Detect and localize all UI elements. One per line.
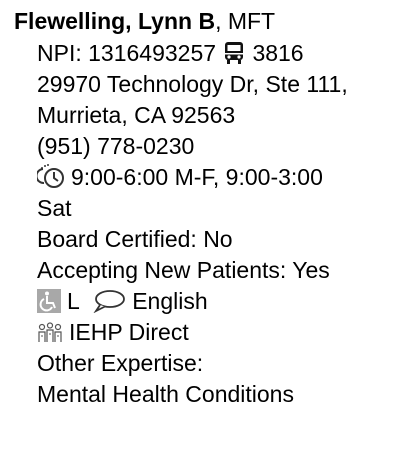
wheelchair-icon xyxy=(37,289,61,313)
accessibility-language-row: L English xyxy=(37,286,397,317)
provider-credential: , MFT xyxy=(215,8,276,34)
npi-label: NPI: xyxy=(37,40,82,66)
phone-number[interactable]: (951) 778-0230 xyxy=(37,131,397,162)
npi-value: 1316493257 xyxy=(88,40,217,66)
clock-icon xyxy=(37,163,65,189)
hours-row: 9:00-6:00 M-F, 9:00-3:00 xyxy=(37,162,397,193)
hours-text: 9:00-6:00 M-F, 9:00-3:00 xyxy=(71,164,323,190)
group-icon xyxy=(37,322,63,344)
accessibility-level: L xyxy=(67,288,80,314)
provider-card: Flewelling, Lynn B, MFT NPI: 1316493257 … xyxy=(0,0,406,471)
network-row: IEHP Direct xyxy=(37,317,397,348)
expertise-value: Mental Health Conditions xyxy=(37,381,294,407)
speech-bubble-icon xyxy=(92,289,126,313)
address-line-2: Murrieta, CA 92563 xyxy=(37,102,236,128)
provider-name[interactable]: Flewelling, Lynn B xyxy=(14,8,215,34)
bus-icon xyxy=(222,41,246,65)
hours-continued: Sat xyxy=(37,195,72,221)
other-expertise-label: Other Expertise: xyxy=(37,350,204,376)
accepting-new-patients: Accepting New Patients: Yes xyxy=(37,257,330,283)
provider-heading: Flewelling, Lynn B, MFT xyxy=(14,6,275,37)
bus-route: 3816 xyxy=(252,40,304,66)
address-line-1: 29970 Technology Dr, Ste 111, xyxy=(37,71,348,97)
language: English xyxy=(132,288,208,314)
network-name: IEHP Direct xyxy=(69,319,189,345)
provider-details: NPI: 1316493257 3816 29970 Technology Dr… xyxy=(37,38,397,410)
npi-row: NPI: 1316493257 3816 xyxy=(37,38,397,69)
board-certified: Board Certified: No xyxy=(37,226,233,252)
